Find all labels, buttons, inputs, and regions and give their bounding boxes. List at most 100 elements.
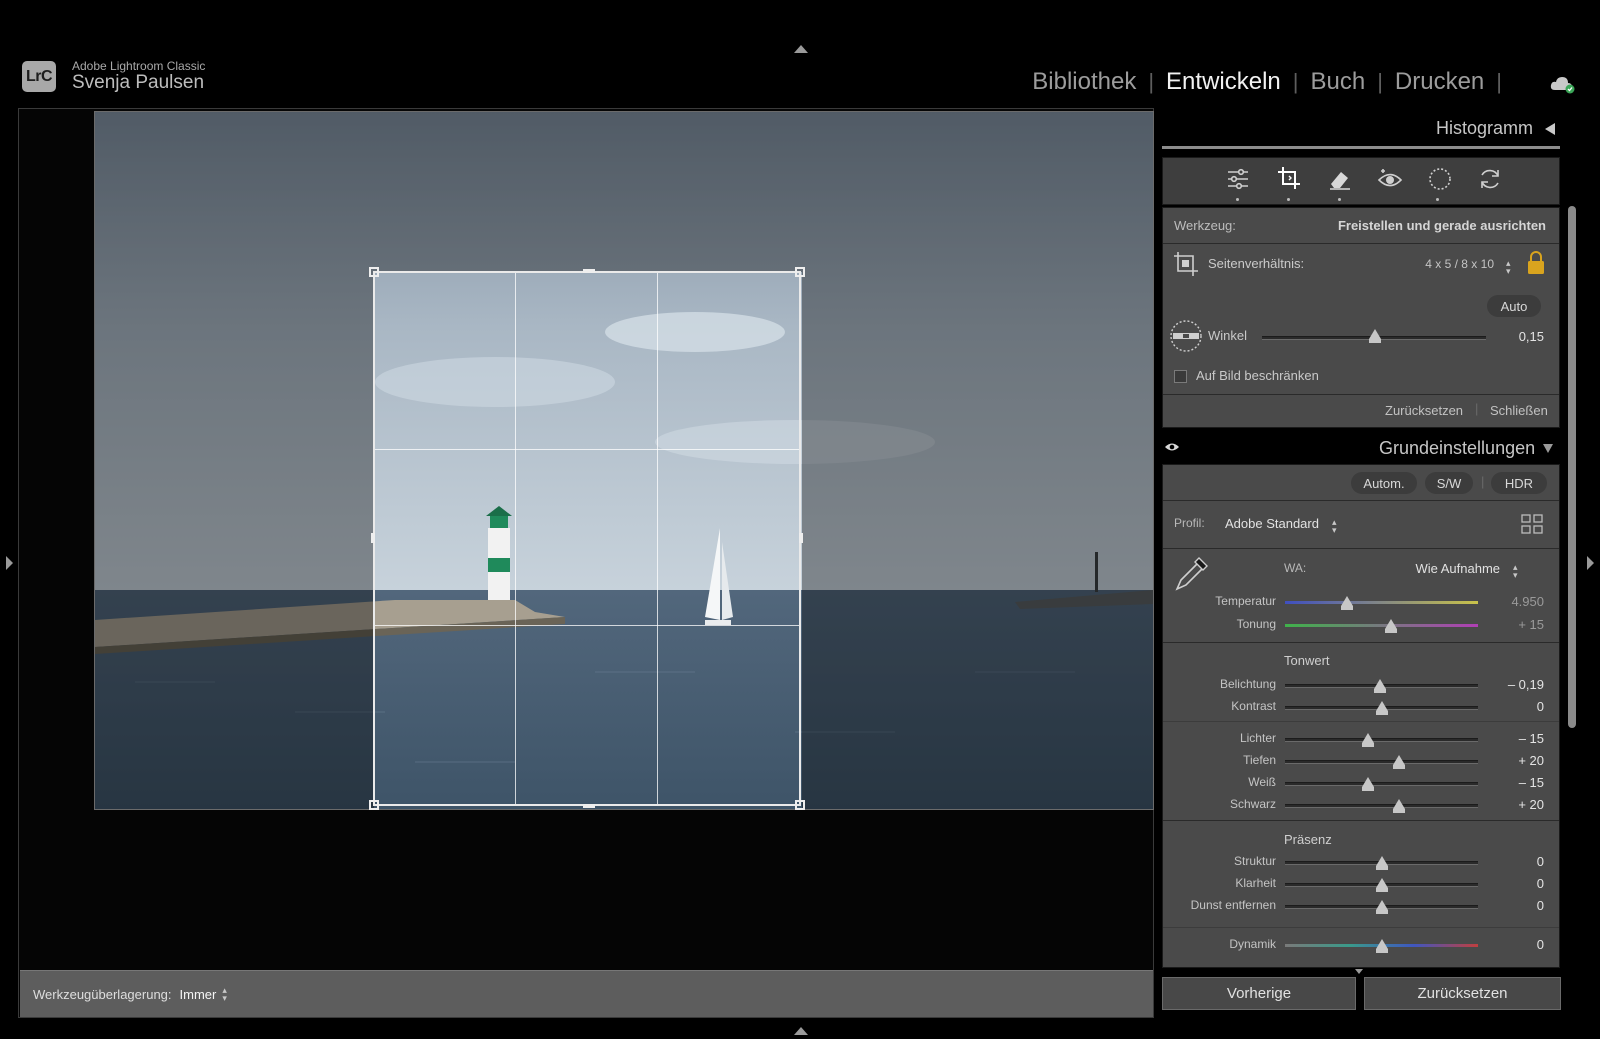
basic-collapse-icon[interactable] bbox=[1543, 444, 1553, 453]
angle-slider-thumb[interactable] bbox=[1369, 329, 1381, 343]
exposure-slider-thumb[interactable] bbox=[1374, 679, 1386, 693]
eye-visibility-icon[interactable] bbox=[1164, 441, 1180, 453]
identity-plate-user: Svenja Paulsen bbox=[72, 72, 205, 93]
panel-scrollbar[interactable] bbox=[1568, 206, 1576, 728]
crop-icon[interactable] bbox=[1276, 165, 1302, 191]
vibrance-slider-thumb[interactable] bbox=[1376, 939, 1388, 953]
select-arrows-icon[interactable]: ▴ ▾ bbox=[1332, 518, 1337, 535]
tool-overlay-select[interactable]: Immer bbox=[180, 987, 217, 1002]
highlights-slider-thumb[interactable] bbox=[1362, 733, 1374, 747]
tool-overlay-label: Werkzeugüberlagerung: bbox=[33, 986, 172, 1002]
crop-reset-button[interactable]: Zurücksetzen bbox=[1385, 403, 1463, 418]
tint-value[interactable]: + 15 bbox=[1490, 617, 1544, 632]
mask-icon[interactable] bbox=[1427, 166, 1453, 192]
previous-settings-button[interactable]: Vorherige bbox=[1162, 977, 1356, 1010]
tone-heading: Tonwert bbox=[1284, 653, 1330, 668]
wb-select[interactable]: Wie Aufnahme bbox=[1390, 561, 1500, 576]
aspect-ratio-crop-icon[interactable] bbox=[1172, 250, 1200, 278]
tint-slider-track[interactable] bbox=[1285, 624, 1478, 627]
exposure-value[interactable]: – 0,19 bbox=[1490, 677, 1544, 692]
texture-slider-thumb[interactable] bbox=[1376, 856, 1388, 870]
module-print[interactable]: Drucken bbox=[1395, 68, 1484, 96]
bw-button[interactable]: S/W bbox=[1425, 472, 1473, 494]
tint-label: Tonung bbox=[1236, 617, 1276, 631]
module-separator: | bbox=[1496, 69, 1502, 94]
blacks-label: Schwarz bbox=[1229, 797, 1276, 811]
red-eye-icon[interactable] bbox=[1377, 166, 1403, 192]
profile-select[interactable]: Adobe Standard bbox=[1225, 516, 1319, 531]
aspect-lock-icon[interactable] bbox=[1526, 250, 1546, 276]
whites-slider-track[interactable] bbox=[1285, 782, 1478, 786]
filmstrip-toggle[interactable] bbox=[794, 1027, 808, 1035]
crop-frame[interactable] bbox=[369, 267, 805, 810]
select-arrows-icon[interactable]: ▴ ▾ bbox=[1513, 563, 1518, 580]
contrast-slider-thumb[interactable] bbox=[1376, 701, 1388, 715]
angle-label: Winkel bbox=[1208, 328, 1248, 343]
shadows-value[interactable]: + 20 bbox=[1490, 753, 1544, 768]
crop-close-button[interactable]: Schließen bbox=[1490, 403, 1548, 418]
blacks-value[interactable]: + 20 bbox=[1490, 797, 1544, 812]
crop-handle-bottom-right[interactable] bbox=[795, 800, 805, 810]
crop-handle-top-left[interactable] bbox=[369, 267, 379, 277]
right-panel-toggle[interactable] bbox=[1587, 556, 1594, 570]
temp-slider-track[interactable] bbox=[1285, 601, 1478, 604]
tool-indicator-dot bbox=[1287, 198, 1290, 201]
dehaze-slider-thumb[interactable] bbox=[1376, 900, 1388, 914]
crop-handle-right[interactable] bbox=[799, 533, 803, 543]
reset-all-button[interactable]: Zurücksetzen bbox=[1364, 977, 1561, 1010]
eraser-icon[interactable] bbox=[1327, 166, 1353, 192]
module-book[interactable]: Buch bbox=[1310, 68, 1365, 96]
crop-grid-line bbox=[375, 449, 799, 450]
basic-panel-header[interactable]: Grundeinstellungen bbox=[1379, 438, 1535, 459]
angle-value[interactable]: 0,15 bbox=[1490, 329, 1544, 344]
shadows-slider-thumb[interactable] bbox=[1393, 755, 1405, 769]
divider bbox=[1163, 243, 1559, 244]
straighten-level-icon[interactable] bbox=[1169, 319, 1203, 353]
vibrance-value[interactable]: 0 bbox=[1490, 937, 1544, 952]
left-panel-toggle[interactable] bbox=[6, 556, 13, 570]
histogram-collapse-icon[interactable] bbox=[1545, 123, 1555, 135]
top-panel-toggle[interactable] bbox=[794, 45, 808, 53]
hdr-button[interactable]: HDR bbox=[1491, 472, 1547, 494]
select-arrows-icon[interactable]: ▴ ▾ bbox=[222, 986, 227, 1003]
crop-handle-bottom-left[interactable] bbox=[369, 800, 379, 810]
whites-slider-thumb[interactable] bbox=[1362, 777, 1374, 791]
highlights-value[interactable]: – 15 bbox=[1490, 731, 1544, 746]
module-library[interactable]: Bibliothek bbox=[1032, 68, 1136, 96]
highlights-slider-track[interactable] bbox=[1285, 738, 1478, 742]
temp-value[interactable]: 4.950 bbox=[1490, 594, 1544, 609]
tint-slider-thumb[interactable] bbox=[1385, 619, 1397, 633]
shadows-slider-track[interactable] bbox=[1285, 760, 1478, 764]
crop-grid-line bbox=[515, 273, 516, 804]
histogram-header[interactable]: Histogramm bbox=[1436, 118, 1533, 139]
module-develop[interactable]: Entwickeln bbox=[1166, 68, 1281, 96]
reset-icon[interactable] bbox=[1477, 166, 1503, 192]
profile-browser-grid-icon[interactable] bbox=[1521, 514, 1543, 534]
sliders-icon[interactable] bbox=[1225, 166, 1251, 192]
temp-slider-thumb[interactable] bbox=[1341, 596, 1353, 610]
constrain-checkbox[interactable] bbox=[1174, 370, 1187, 383]
module-separator: | bbox=[1292, 69, 1299, 94]
auto-tone-button[interactable]: Autom. bbox=[1351, 472, 1417, 494]
crop-handle-top-right[interactable] bbox=[795, 267, 805, 277]
cloud-sync-icon[interactable] bbox=[1550, 74, 1576, 94]
temp-label: Temperatur bbox=[1215, 594, 1276, 608]
blacks-slider-thumb[interactable] bbox=[1393, 799, 1405, 813]
clarity-slider-thumb[interactable] bbox=[1376, 878, 1388, 892]
select-arrows-icon[interactable]: ▴ ▾ bbox=[1506, 259, 1511, 276]
contrast-value[interactable]: 0 bbox=[1490, 699, 1544, 714]
aspect-ratio-select[interactable]: 4 x 5 / 8 x 10 bbox=[1380, 257, 1494, 271]
blacks-slider-track[interactable] bbox=[1285, 804, 1478, 808]
crop-handle-bottom[interactable] bbox=[583, 804, 595, 808]
dehaze-value[interactable]: 0 bbox=[1490, 898, 1544, 913]
texture-value[interactable]: 0 bbox=[1490, 854, 1544, 869]
divider bbox=[1163, 548, 1559, 549]
clarity-value[interactable]: 0 bbox=[1490, 876, 1544, 891]
divider bbox=[1163, 500, 1559, 501]
white-balance-eyedropper-icon[interactable] bbox=[1171, 553, 1213, 595]
auto-straighten-button[interactable]: Auto bbox=[1487, 295, 1541, 317]
crop-handle-left[interactable] bbox=[371, 533, 375, 543]
crop-handle-top[interactable] bbox=[583, 269, 595, 273]
whites-value[interactable]: – 15 bbox=[1490, 775, 1544, 790]
aspect-ratio-label: Seitenverhältnis: bbox=[1208, 256, 1305, 271]
